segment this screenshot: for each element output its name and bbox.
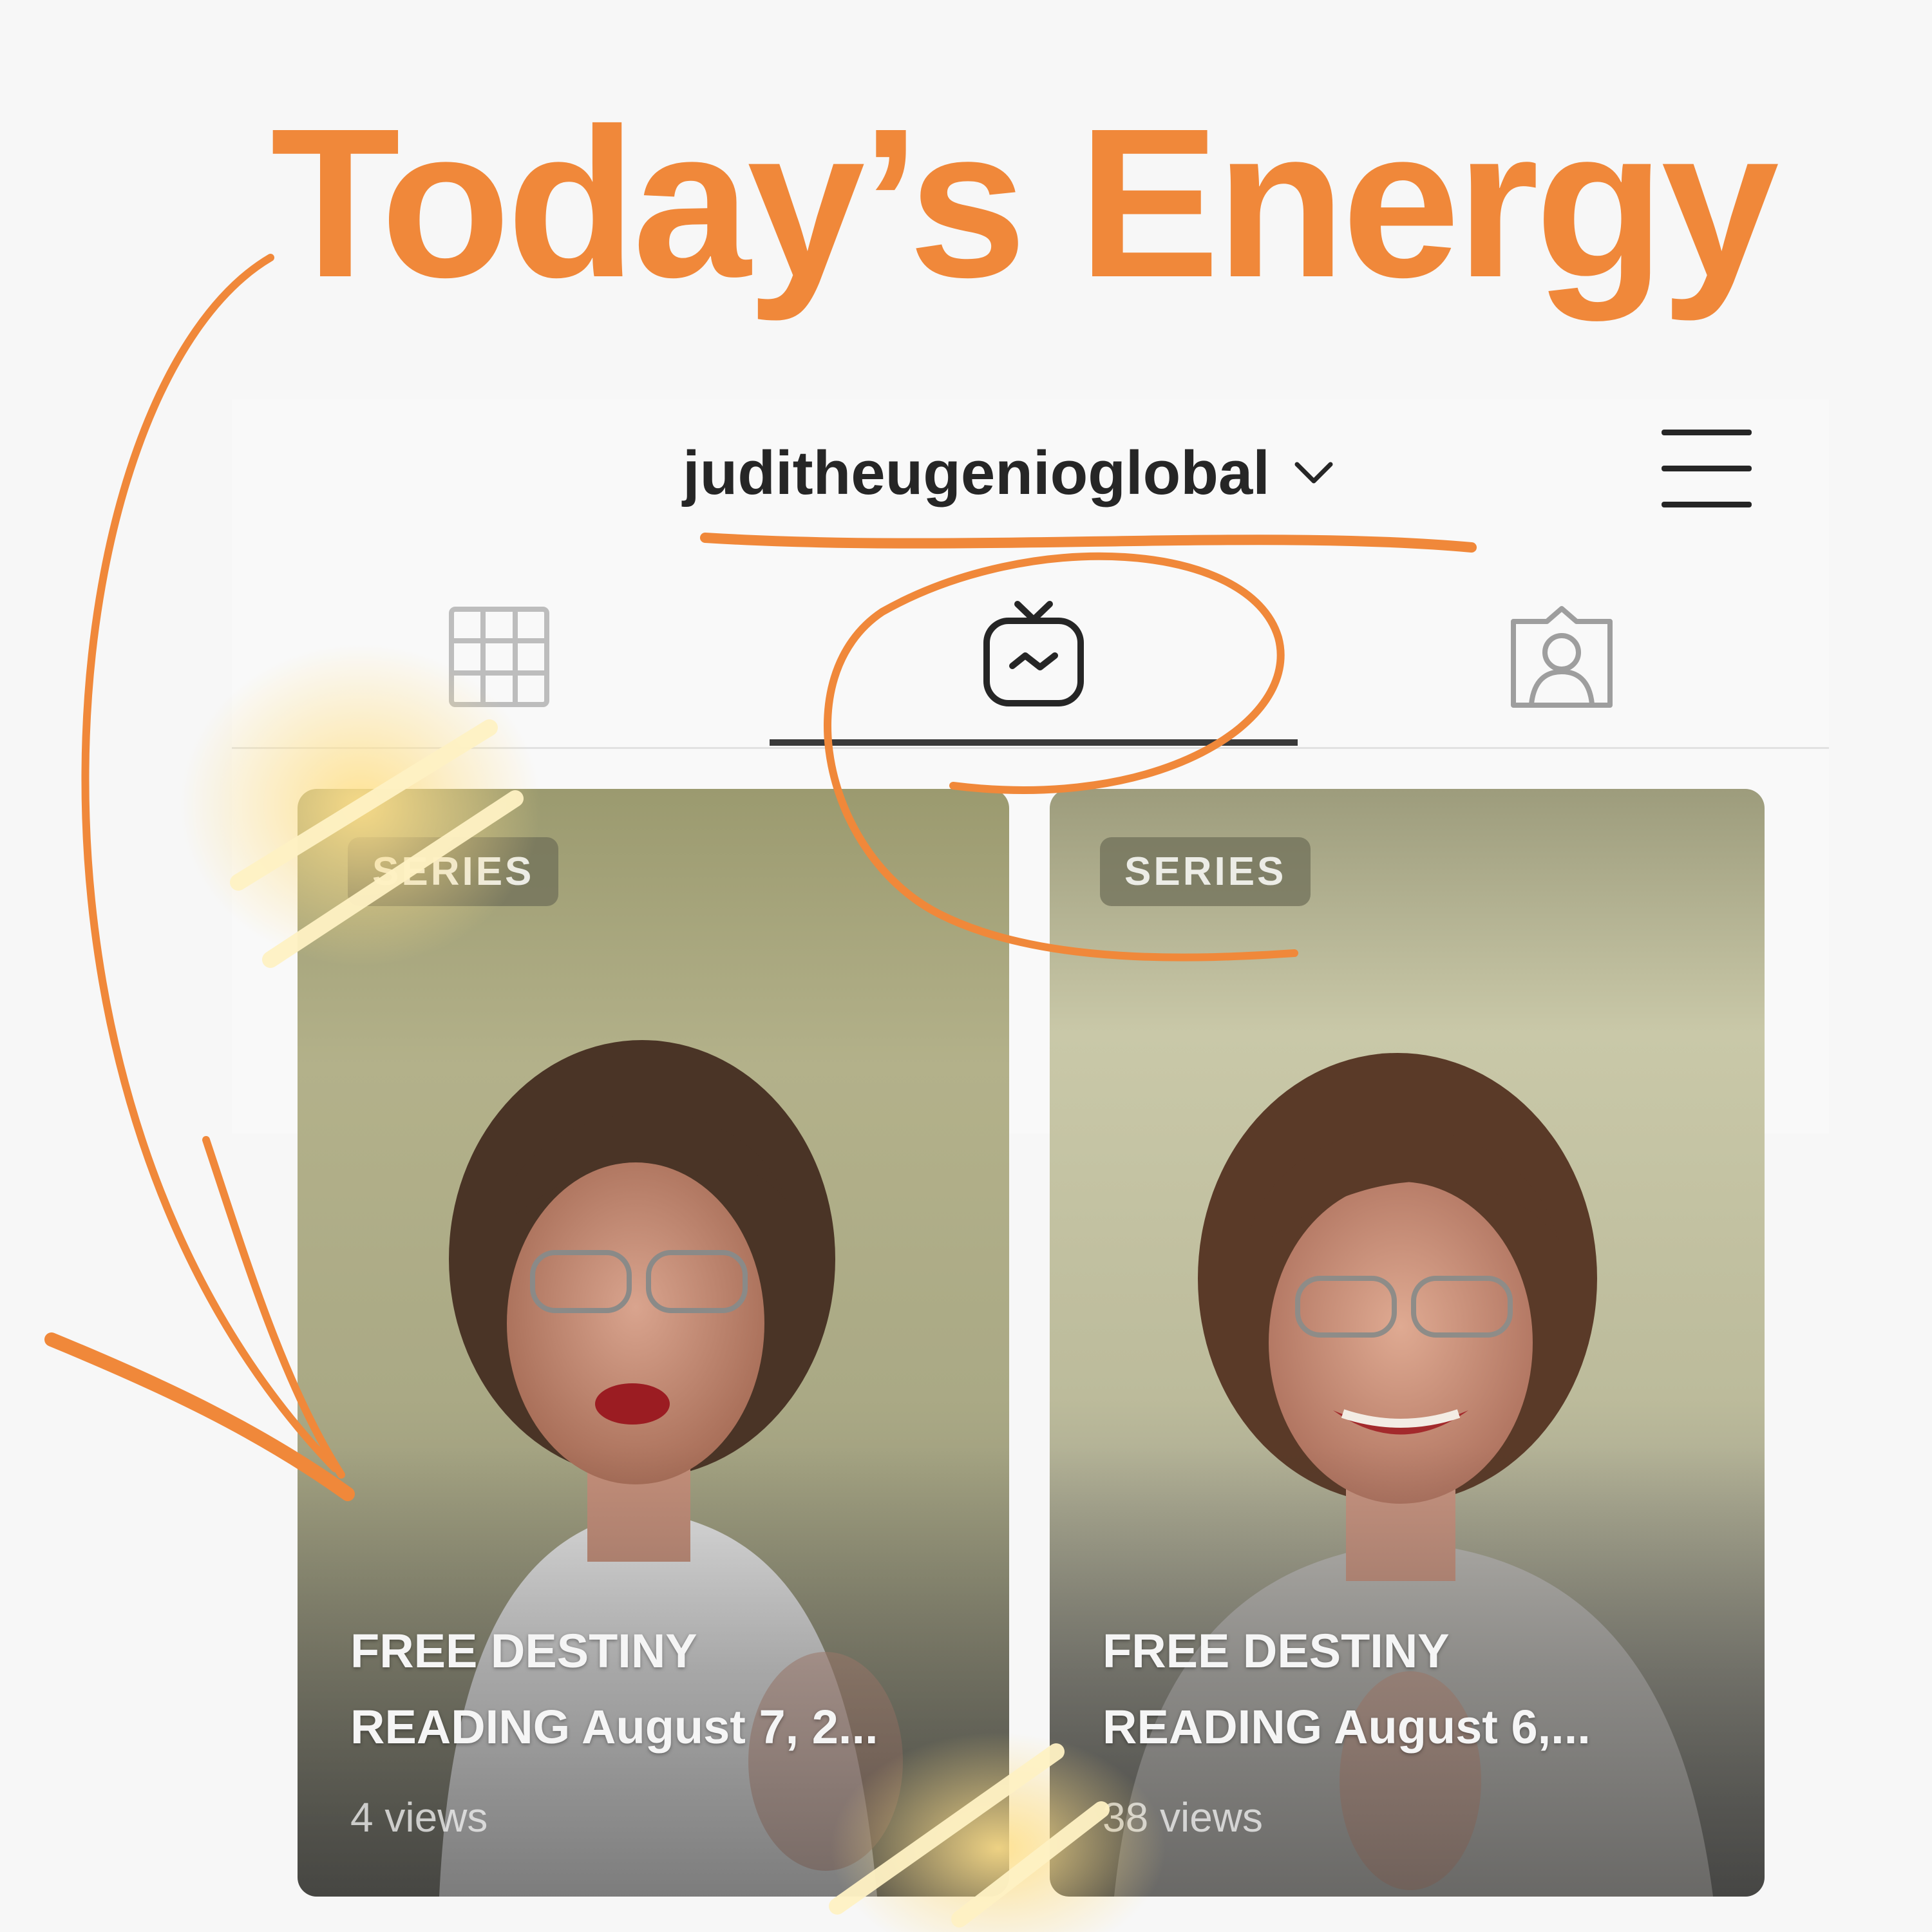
- view-count: 4 views: [350, 1794, 488, 1841]
- grid-icon[interactable]: [448, 605, 551, 708]
- active-tab-indicator: [770, 739, 1298, 746]
- video-title-line: READING August 7, 2...: [350, 1700, 878, 1754]
- tagged-icon[interactable]: [1507, 602, 1616, 712]
- video-title: FREE DESTINY READING August 7, 2...: [350, 1613, 969, 1765]
- video-title-line: FREE DESTINY: [350, 1624, 697, 1678]
- video-card[interactable]: SERIES FREE DESTINY READING August 6,...…: [1050, 789, 1765, 1897]
- video-title-line: FREE DESTINY: [1103, 1624, 1450, 1678]
- account-switcher[interactable]: juditheugenioglobal: [683, 438, 1334, 509]
- series-badge: SERIES: [1100, 837, 1311, 906]
- chevron-down-icon: [1294, 462, 1333, 484]
- tabs-divider: [232, 747, 1829, 749]
- username: juditheugenioglobal: [683, 439, 1270, 507]
- video-title-line: READING August 6,...: [1103, 1700, 1591, 1754]
- igtv-icon[interactable]: [979, 599, 1088, 708]
- video-card[interactable]: SERIES FREE DESTINY READING August 7, 2.…: [298, 789, 1009, 1897]
- menu-icon[interactable]: [1662, 428, 1752, 509]
- headline: Today’s Energy: [270, 84, 1779, 321]
- video-title: FREE DESTINY READING August 6,...: [1103, 1613, 1721, 1765]
- view-count: 38 views: [1103, 1794, 1263, 1841]
- series-badge: SERIES: [348, 837, 559, 906]
